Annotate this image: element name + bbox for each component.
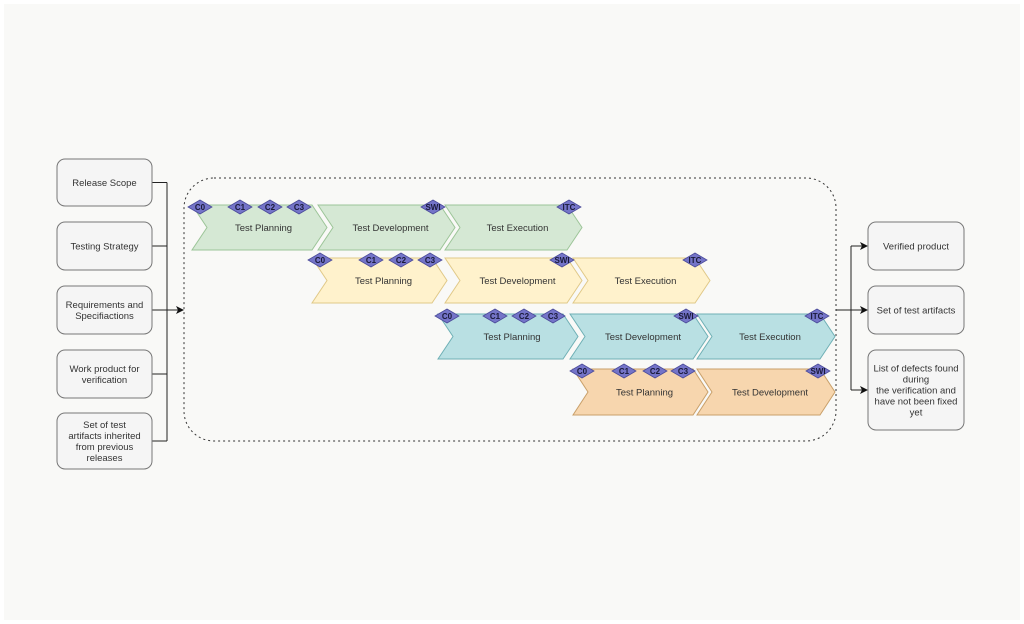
phase-row: Test Planning Test Development Test Execut…: [307, 252, 711, 304]
output-box-label: yet: [910, 408, 923, 419]
output-box-label: have not been fixed: [875, 397, 958, 408]
output-box-label: Set of test artifacts: [877, 306, 956, 317]
milestone-label: C3: [548, 312, 559, 321]
input-box-label: artifacts inherited: [68, 431, 140, 442]
phase-step: Test Planning: [191, 204, 328, 251]
milestone-label: SWI: [554, 256, 569, 265]
phase-row: Test Planning Test Development Test Execut…: [187, 199, 583, 251]
milestone-label: C1: [619, 367, 630, 376]
input-box-label: Release Scope: [72, 178, 136, 189]
phase-label: Test Execution: [739, 332, 801, 343]
output-box: List of defects foundduringthe verificat…: [867, 349, 965, 431]
milestone-label: SWI: [810, 367, 825, 376]
input-box-label: Specifiactions: [75, 311, 134, 322]
input-box-label: Set of test: [83, 420, 126, 431]
output-box: Verified product: [867, 221, 965, 271]
milestone-label: C2: [650, 367, 661, 376]
milestone-label: C3: [678, 367, 689, 376]
output-box-label: the verification and: [876, 386, 956, 397]
milestone-label: SWI: [425, 203, 440, 212]
input-box-label: Requirements and: [66, 300, 144, 311]
phase-label: Test Planning: [483, 332, 540, 343]
phase-label: Test Development: [732, 388, 808, 399]
input-boxes: Release Scope Testing Strategy Requirement…: [56, 158, 153, 470]
phase-step: Test Execution: [444, 204, 583, 251]
input-box-label: Work product for: [69, 364, 139, 375]
milestone-label: C3: [425, 256, 436, 265]
phase-label: Test Development: [605, 332, 681, 343]
milestone-label: C0: [315, 256, 326, 265]
phase-label: Test Planning: [235, 223, 292, 234]
milestone-label: SWI: [678, 312, 693, 321]
milestone-label: C0: [577, 367, 588, 376]
milestone-label: ITC: [563, 203, 576, 212]
milestone-label: C0: [442, 312, 453, 321]
input-box: Work product forverification: [56, 349, 153, 399]
input-box-label: Testing Strategy: [70, 242, 138, 253]
milestone-label: ITC: [811, 312, 824, 321]
phase-row: Test Planning Test Development C0 C1 C2 C3 SWI: [569, 363, 836, 416]
phase-label: Test Execution: [487, 223, 549, 234]
milestone-label: C1: [366, 256, 377, 265]
phase-row: Test Planning Test Development Test Execut…: [434, 308, 836, 360]
milestone-label: C1: [235, 203, 246, 212]
milestone-label: C2: [396, 256, 407, 265]
phase-label: Test Development: [479, 276, 555, 287]
input-box-label: releases: [87, 453, 123, 464]
phase-label: Test Planning: [355, 276, 412, 287]
input-box: Set of testartifacts inheritedfrom previ…: [56, 412, 153, 470]
input-box: Release Scope: [56, 158, 153, 207]
milestone-label: C3: [294, 203, 305, 212]
output-box: Set of test artifacts: [867, 285, 965, 335]
input-box-label: from previous: [76, 442, 134, 453]
phase-label: Test Planning: [616, 388, 673, 399]
milestone-label: C2: [519, 312, 530, 321]
output-box-label: during: [903, 375, 929, 386]
test-process-diagram: Release Scope Testing Strategy Requirement…: [4, 4, 1020, 620]
output-boxes: Verified product Set of test artifacts Lis…: [867, 221, 965, 431]
input-box-label: verification: [82, 375, 127, 386]
input-box: Testing Strategy: [56, 221, 153, 271]
output-box-label: Verified product: [883, 242, 949, 253]
milestone-label: C1: [490, 312, 501, 321]
input-box: Requirements andSpecifiactions: [56, 285, 153, 335]
milestone-label: C0: [195, 203, 206, 212]
phase-label: Test Execution: [615, 276, 677, 287]
phase-label: Test Development: [352, 223, 428, 234]
output-box-label: List of defects found: [873, 364, 958, 375]
milestone-label: ITC: [689, 256, 702, 265]
milestone-label: C2: [265, 203, 276, 212]
